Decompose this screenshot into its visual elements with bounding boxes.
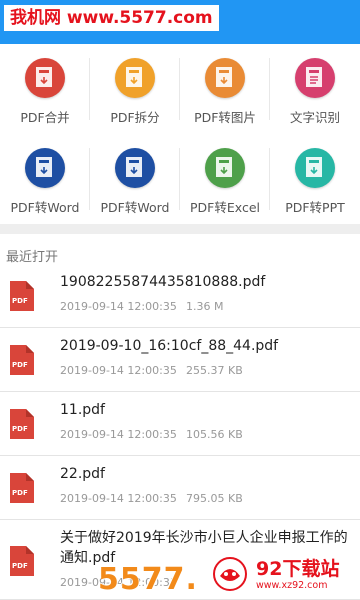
tools-grid: PDF合并 PDF拆分 PDF转图片 文字识别 PDF转Word PDF转Wor… (0, 44, 360, 224)
92xz-title: 92下载站 (256, 558, 340, 580)
svg-text:PDF: PDF (12, 297, 28, 305)
file-name: 22.pdf (60, 466, 105, 482)
tool-ocr[interactable]: 文字识别 (270, 44, 360, 134)
pdf-file-icon: PDF (10, 546, 34, 576)
file-size: 1.36 M (186, 300, 224, 313)
tool-pdf-merge[interactable]: PDF合并 (0, 44, 90, 134)
header-bar: 我机网 www.5577.com (0, 0, 360, 44)
tool-label: PDF合并 (20, 110, 70, 125)
pdf-merge-icon (25, 58, 65, 98)
tools-row-1: PDF合并 PDF拆分 PDF转图片 文字识别 (0, 44, 360, 134)
watermark-92xz: 92下载站 www.xz92.com (206, 552, 356, 596)
tool-label: 文字识别 (289, 110, 340, 125)
pdf-to-word-icon (25, 148, 65, 188)
svg-text:PDF: PDF (12, 425, 28, 433)
list-item[interactable]: PDF 2019-09-10_16:10cf_88_44.pdf 2019-09… (0, 328, 360, 392)
tools-row-2: PDF转Word PDF转Word PDF转Excel PDF转PPT (0, 134, 360, 224)
tool-label: PDF转图片 (194, 110, 256, 125)
file-date: 2019-09-14 12:00:35 (60, 364, 177, 377)
tool-pdf-to-word-2[interactable]: PDF转Word (90, 134, 180, 224)
list-item[interactable]: PDF 22.pdf 2019-09-14 12:00:35 795.05 KB (0, 456, 360, 520)
file-date: 2019-09-14 12:00:35 (60, 300, 177, 313)
watermark-5577-bottom: 5577. (98, 562, 198, 597)
svg-text:PDF: PDF (12, 489, 28, 497)
pdf-split-icon (115, 58, 155, 98)
file-name: 2019-09-10_16:10cf_88_44.pdf (60, 338, 279, 354)
pdf-file-icon: PDF (10, 473, 34, 503)
92xz-logo-icon (213, 557, 247, 591)
pdf-file-icon: PDF (10, 345, 34, 375)
file-size: 255.37 KB (186, 364, 243, 377)
pdf-file-icon: PDF (10, 281, 34, 311)
pdf-to-word-icon (115, 148, 155, 188)
pdf-to-image-icon (205, 58, 245, 98)
file-name: 19082255874435810888.pdf (60, 274, 266, 290)
tool-pdf-to-excel[interactable]: PDF转Excel (180, 134, 270, 224)
file-size: 795.05 KB (186, 492, 243, 505)
file-size: 105.56 KB (186, 428, 243, 441)
tool-label: PDF转Word (100, 200, 170, 215)
watermark-5577: 我机网 www.5577.com (4, 5, 219, 31)
pdf-to-ppt-icon (295, 148, 335, 188)
section-divider (0, 224, 360, 234)
tool-label: PDF转Word (10, 200, 80, 215)
pdf-file-icon: PDF (10, 409, 34, 439)
tool-label: PDF拆分 (110, 110, 160, 125)
tool-label: PDF转PPT (285, 200, 345, 215)
file-date: 2019-09-14 12:00:35 (60, 428, 177, 441)
pdf-to-excel-icon (205, 148, 245, 188)
list-item[interactable]: PDF 11.pdf 2019-09-14 12:00:35 105.56 KB (0, 392, 360, 456)
recent-files-list: PDF 19082255874435810888.pdf 2019-09-14 … (0, 264, 360, 600)
tool-pdf-to-ppt[interactable]: PDF转PPT (270, 134, 360, 224)
recent-title: 最近打开 (6, 250, 59, 265)
tool-label: PDF转Excel (190, 200, 260, 215)
ocr-icon (295, 58, 335, 98)
svg-text:PDF: PDF (12, 361, 28, 369)
92xz-url: www.xz92.com (256, 580, 328, 591)
list-item[interactable]: PDF 19082255874435810888.pdf 2019-09-14 … (0, 264, 360, 328)
tool-pdf-to-image[interactable]: PDF转图片 (180, 44, 270, 134)
file-date: 2019-09-14 12:00:35 (60, 492, 177, 505)
svg-text:PDF: PDF (12, 562, 28, 570)
tool-pdf-split[interactable]: PDF拆分 (90, 44, 180, 134)
file-name: 11.pdf (60, 402, 105, 418)
tool-pdf-to-word-1[interactable]: PDF转Word (0, 134, 90, 224)
